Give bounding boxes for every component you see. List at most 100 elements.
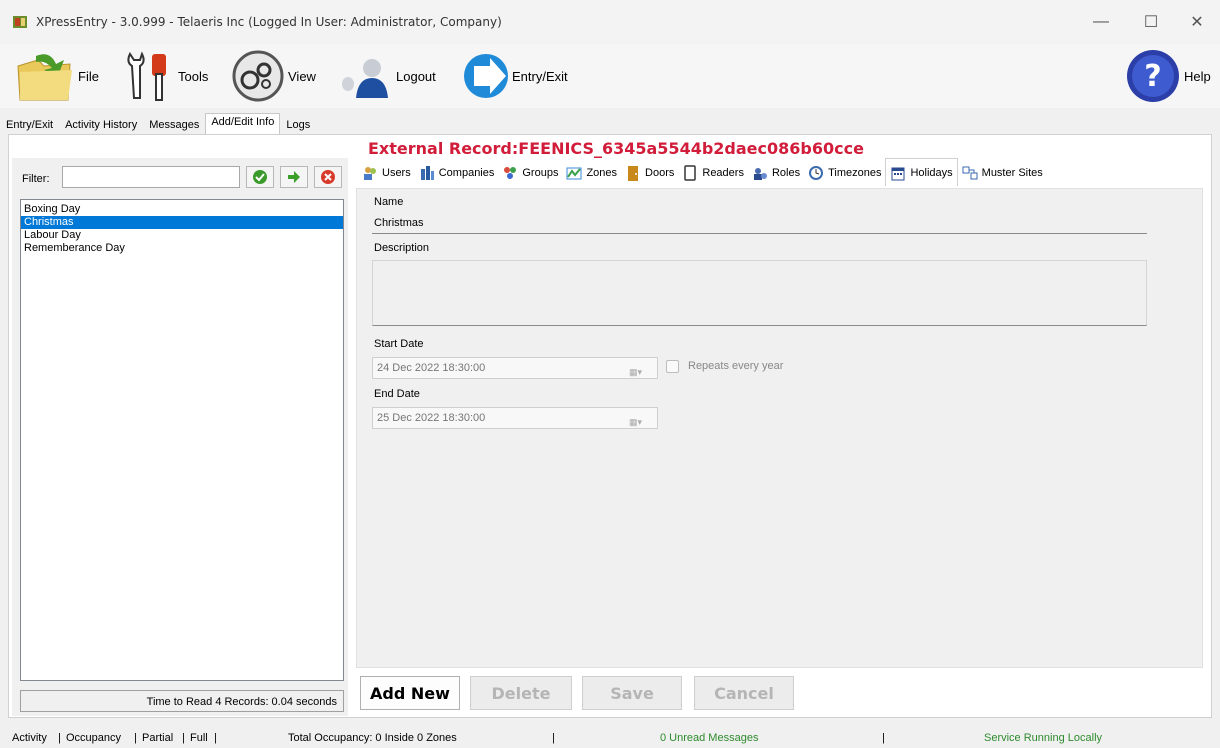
status-occupancy[interactable]: Occupancy (66, 732, 121, 744)
apply-filter-button[interactable] (246, 166, 274, 188)
file-button[interactable]: File (14, 44, 99, 108)
minimize-button[interactable]: — (1078, 0, 1124, 44)
add-new-button[interactable]: Add New (360, 676, 460, 710)
users-icon (364, 167, 376, 180)
end-date-label: End Date (374, 388, 420, 400)
next-filter-button[interactable] (280, 166, 308, 188)
view-label: View (288, 68, 316, 84)
arrow-right-icon (288, 171, 300, 183)
tab-readers-label: Readers (702, 167, 744, 179)
read-time-status: Time to Read 4 Records: 0.04 seconds (20, 690, 344, 712)
entry-exit-label: Entry/Exit (512, 68, 568, 84)
tab-holidays-label: Holidays (910, 166, 953, 179)
tab-zones-label: Zones (586, 167, 618, 179)
svg-text:?: ? (1144, 59, 1161, 94)
external-record-title: External Record:FEENICS_6345a5544b2daec0… (368, 139, 864, 158)
tab-zones[interactable]: Zones (562, 160, 621, 186)
list-item-selected[interactable]: Christmas (21, 216, 343, 229)
tab-logs[interactable]: Logs (280, 114, 316, 134)
window-title: XPressEntry - 3.0.999 - Telaeris Inc (Lo… (36, 15, 502, 29)
name-label: Name (374, 196, 404, 208)
tools-button[interactable]: Tools (120, 44, 208, 108)
start-date-picker[interactable]: 24 Dec 2022 18:30:00 ▦▾ (372, 357, 658, 379)
tab-timezones[interactable]: Timezones (804, 160, 885, 186)
tab-entry-exit[interactable]: Entry/Exit (0, 114, 59, 134)
tools-label: Tools (178, 68, 209, 84)
clear-filter-button[interactable] (314, 166, 342, 188)
unread-messages-status[interactable]: 0 Unread Messages (660, 732, 758, 744)
tab-muster-sites[interactable]: Muster Sites (958, 160, 1047, 186)
save-button[interactable]: Save (582, 676, 682, 710)
tab-muster-sites-label: Muster Sites (981, 167, 1043, 179)
list-item[interactable]: Rememberance Day (21, 242, 343, 255)
service-status: Service Running Locally (984, 732, 1103, 744)
gears-icon (232, 50, 284, 102)
main-tabs: Entry/Exit Activity History Messages Add… (0, 112, 316, 134)
status-bar: Activity | Occupancy | Partial | Full | … (0, 728, 1220, 748)
entry-exit-button[interactable]: Entry/Exit (462, 44, 568, 108)
file-folder-icon (17, 54, 72, 101)
tab-timezones-label: Timezones (828, 167, 882, 179)
title-bar: XPressEntry - 3.0.999 - Telaeris Inc (Lo… (0, 0, 1220, 44)
tab-holidays[interactable]: Holidays (885, 158, 958, 186)
door-icon (628, 166, 639, 181)
repeats-checkbox[interactable] (666, 360, 679, 373)
app-icon (13, 16, 27, 28)
tab-activity-history[interactable]: Activity History (59, 114, 143, 134)
filter-input[interactable] (62, 166, 240, 188)
holiday-list[interactable]: Boxing Day Christmas Labour Day Remember… (20, 199, 344, 681)
maximize-button[interactable]: ☐ (1128, 0, 1174, 44)
list-item[interactable]: Boxing Day (21, 203, 343, 216)
user-logout-icon (342, 59, 388, 98)
logout-label: Logout (396, 68, 436, 84)
group-icon (504, 167, 517, 179)
help-button[interactable]: ? Help (1124, 44, 1211, 108)
tab-add-edit-info[interactable]: Add/Edit Info (205, 113, 281, 134)
filter-label: Filter: (22, 173, 50, 185)
tab-doors-label: Doors (645, 167, 675, 179)
building-icon (420, 166, 434, 180)
delete-button[interactable]: Delete (470, 676, 572, 710)
status-partial[interactable]: Partial (142, 732, 173, 744)
reader-icon (684, 165, 697, 181)
toolbar: File Tools View Logout Entry/Exit ? Help (0, 44, 1220, 108)
end-date-picker[interactable]: 25 Dec 2022 18:30:00 ▦▾ (372, 407, 658, 429)
calendar-dropdown-icon: ▦▾ (629, 417, 643, 427)
logout-button[interactable]: Logout (338, 44, 436, 108)
end-date-value: 25 Dec 2022 18:30:00 (377, 412, 486, 424)
clock-icon (809, 166, 824, 180)
view-button[interactable]: View (230, 44, 316, 108)
arrow-circle-icon (464, 54, 508, 98)
name-field[interactable]: Christmas (372, 214, 1147, 234)
sub-tabs: Users Companies Groups Zones Doors Reade… (358, 158, 1047, 186)
check-icon (253, 170, 267, 184)
description-label: Description (374, 242, 430, 254)
list-item[interactable]: Labour Day (21, 229, 343, 242)
tab-companies[interactable]: Companies (415, 160, 499, 186)
help-icon: ? (1127, 50, 1179, 102)
tab-doors[interactable]: Doors (621, 160, 678, 186)
tab-groups-label: Groups (522, 167, 559, 179)
cancel-icon (321, 170, 335, 184)
tab-companies-label: Companies (438, 167, 495, 179)
tab-users[interactable]: Users (358, 160, 415, 186)
tab-groups[interactable]: Groups (498, 160, 562, 186)
tab-messages[interactable]: Messages (143, 114, 205, 134)
zones-icon (566, 167, 582, 180)
status-full[interactable]: Full (190, 732, 208, 744)
cancel-button[interactable]: Cancel (694, 676, 794, 710)
close-button[interactable]: ✕ (1174, 0, 1220, 44)
total-occupancy-status: Total Occupancy: 0 Inside 0 Zones (288, 732, 457, 744)
tools-icon (127, 51, 166, 101)
muster-sites-icon (962, 166, 978, 180)
file-label: File (78, 68, 99, 84)
tab-readers[interactable]: Readers (678, 160, 748, 186)
help-label: Help (1184, 68, 1211, 84)
start-date-value: 24 Dec 2022 18:30:00 (377, 362, 486, 374)
tab-roles[interactable]: Roles (748, 160, 804, 186)
roles-icon (753, 168, 767, 180)
description-field[interactable] (372, 260, 1147, 326)
status-activity[interactable]: Activity (12, 732, 47, 744)
calendar-icon (891, 167, 905, 180)
calendar-dropdown-icon: ▦▾ (629, 367, 643, 377)
